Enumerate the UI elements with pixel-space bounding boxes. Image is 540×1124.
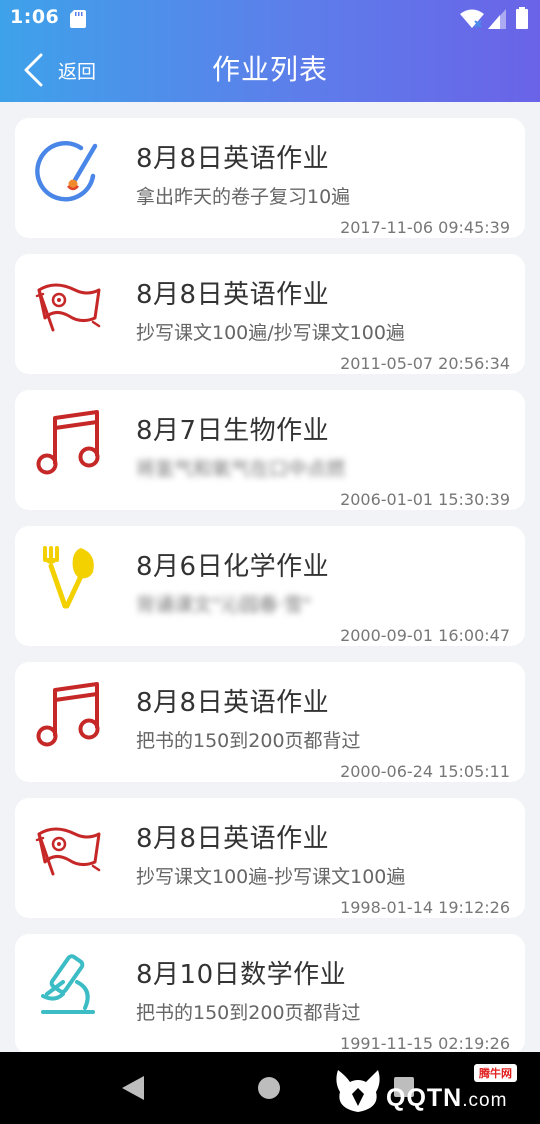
microscope-icon [41, 954, 95, 1014]
homework-card[interactable]: 8月10日数学作业 把书的150到200页都背过 1991-11-15 02:1… [15, 934, 525, 1052]
nav-bar: 返回 作业列表 [0, 38, 540, 102]
app-header: 1:06 返回 作业列表 [0, 0, 540, 102]
music-note-icon [36, 682, 100, 747]
homework-timestamp: 1998-01-14 19:12:26 [340, 898, 510, 917]
homework-title: 8月7日生物作业 [136, 416, 330, 446]
qqtn-logo-icon [336, 1070, 380, 1112]
watermark-badge: 腾牛网 [474, 1064, 517, 1082]
status-time: 1:06 [10, 6, 60, 28]
page-title: 作业列表 [211, 53, 328, 86]
flag-icon [35, 283, 101, 332]
homework-title: 8月8日英语作业 [136, 688, 330, 718]
battery-icon [516, 7, 528, 29]
music-note-icon [36, 410, 100, 475]
homework-title: 8月8日英语作业 [136, 144, 330, 174]
signal-icon [488, 9, 506, 29]
homework-description: 将氢气和氧气在口中点燃 [136, 458, 346, 480]
sd-card-icon [70, 10, 86, 28]
homework-description: 抄写课文100遍/抄写课文100遍 [136, 322, 405, 344]
homework-timestamp: 2006-01-01 15:30:39 [340, 490, 510, 509]
homework-description: 抄写课文100遍-抄写课文100遍 [136, 866, 406, 888]
homework-timestamp: 2000-09-01 16:00:47 [340, 626, 510, 645]
homework-title: 8月8日英语作业 [136, 280, 330, 310]
watermark: QQTN.com 腾牛网 [332, 1064, 532, 1120]
homework-list[interactable]: 8月8日英语作业 拿出昨天的卷子复习10遍 2017-11-06 09:45:3… [0, 102, 540, 1052]
homework-description: 把书的150到200页都背过 [136, 730, 361, 752]
homework-timestamp: 2017-11-06 09:45:39 [340, 218, 510, 237]
wifi-icon [460, 9, 484, 28]
flag-icon [35, 827, 101, 876]
homework-timestamp: 2011-05-07 20:56:34 [340, 354, 510, 373]
palette-icon [35, 141, 98, 202]
status-bar: 1:06 [0, 0, 540, 38]
homework-card[interactable]: 8月6日化学作业 背诵课文"沁园春·雪" 2000-09-01 16:00:47 [15, 526, 525, 646]
shovel-fork-icon [43, 546, 94, 609]
homework-description: 拿出昨天的卷子复习10遍 [136, 186, 351, 208]
watermark-text: QQTN.com [386, 1084, 508, 1112]
homework-card[interactable]: 8月8日英语作业 抄写课文100遍/抄写课文100遍 2011-05-07 20… [15, 254, 525, 374]
homework-card[interactable]: 8月8日英语作业 把书的150到200页都背过 2000-06-24 15:05… [15, 662, 525, 782]
homework-timestamp: 1991-11-15 02:19:26 [340, 1034, 510, 1052]
homework-card[interactable]: 8月8日英语作业 抄写课文100遍-抄写课文100遍 1998-01-14 19… [15, 798, 525, 918]
homework-card[interactable]: 8月8日英语作业 拿出昨天的卷子复习10遍 2017-11-06 09:45:3… [15, 118, 525, 238]
homework-description: 背诵课文"沁园春·雪" [136, 594, 312, 616]
homework-description: 把书的150到200页都背过 [136, 1002, 361, 1024]
homework-title: 8月6日化学作业 [136, 552, 330, 582]
homework-title: 8月10日数学作业 [136, 960, 347, 990]
homework-card[interactable]: 8月7日生物作业 将氢气和氧气在口中点燃 2006-01-01 15:30:39 [15, 390, 525, 510]
nav-back-icon[interactable] [122, 1076, 144, 1100]
homework-title: 8月8日英语作业 [136, 824, 330, 854]
nav-home-icon[interactable] [258, 1077, 280, 1099]
homework-timestamp: 2000-06-24 15:05:11 [340, 762, 510, 781]
